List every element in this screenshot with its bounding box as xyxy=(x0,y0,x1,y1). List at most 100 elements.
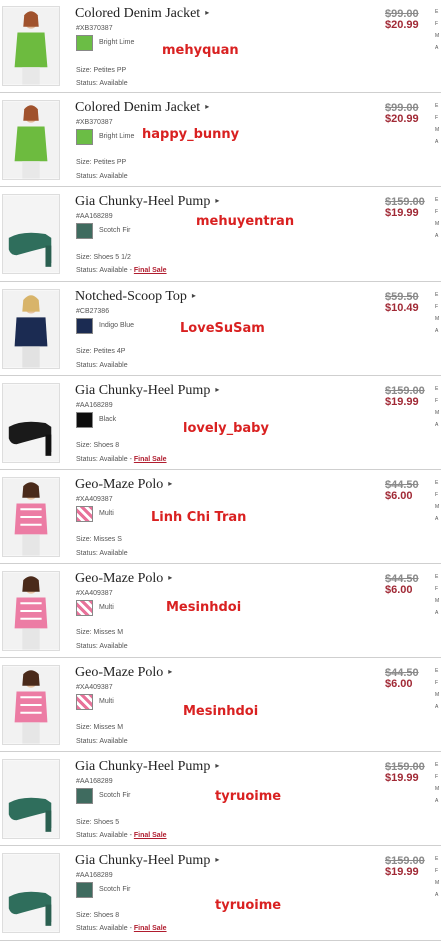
product-name[interactable]: Gia Chunky-Heel Pump xyxy=(75,194,210,209)
cart-item-row: Notched-Scoop Top ▸ #CB27386 Indigo Blue … xyxy=(0,283,441,376)
product-image[interactable] xyxy=(2,477,60,557)
product-name[interactable]: Geo-Maze Polo xyxy=(75,571,163,586)
product-image[interactable] xyxy=(2,665,60,745)
caret-right-icon: ▸ xyxy=(215,761,220,770)
status-info: Status: Available xyxy=(76,362,128,369)
product-sku: #XA409387 xyxy=(76,684,113,691)
status-text: Status: Available - xyxy=(76,456,134,463)
product-name[interactable]: Colored Denim Jacket xyxy=(75,6,200,21)
status-text: Status: Available - xyxy=(76,925,134,932)
status-text: Status: Available xyxy=(76,80,128,87)
status-info: Status: Available xyxy=(76,173,128,180)
edge-cutoff: EFMA xyxy=(435,197,440,239)
cart-item-row: Colored Denim Jacket ▸ #XB370387 Bright L… xyxy=(0,0,441,93)
overlay-username: tyruoime xyxy=(215,789,282,804)
product-image[interactable] xyxy=(2,6,60,86)
product-name[interactable]: Gia Chunky-Heel Pump xyxy=(75,853,210,868)
color-name: Scotch Fir xyxy=(99,886,131,893)
color-swatch xyxy=(76,882,93,898)
status-info: Status: Available xyxy=(76,643,128,650)
product-image[interactable] xyxy=(2,100,60,180)
product-sku: #AA168289 xyxy=(76,872,113,879)
product-name-link[interactable]: Geo-Maze Polo ▸ xyxy=(75,571,172,587)
product-name[interactable]: Geo-Maze Polo xyxy=(75,665,163,680)
product-name-link[interactable]: Colored Denim Jacket ▸ xyxy=(75,6,209,22)
final-sale-link[interactable]: Final Sale xyxy=(134,832,167,839)
product-sku: #XB370387 xyxy=(76,25,113,32)
product-image[interactable] xyxy=(2,571,60,651)
caret-right-icon: ▸ xyxy=(168,573,173,582)
caret-right-icon: ▸ xyxy=(191,291,196,300)
status-info: Status: Available - Final Sale xyxy=(76,925,167,932)
sale-price: $19.99 xyxy=(385,866,419,878)
overlay-username: LoveSuSam xyxy=(180,321,265,336)
overlay-username: happy_bunny xyxy=(142,127,240,142)
sale-price: $6.00 xyxy=(385,584,413,596)
overlay-username: Mesinhdoi xyxy=(183,704,259,719)
final-sale-link[interactable]: Final Sale xyxy=(134,267,167,274)
product-name[interactable]: Gia Chunky-Heel Pump xyxy=(75,383,210,398)
product-sku: #XA409387 xyxy=(76,590,113,597)
final-sale-link[interactable]: Final Sale xyxy=(134,456,167,463)
sale-price: $20.99 xyxy=(385,19,419,31)
cart-item-row: Gia Chunky-Heel Pump ▸ #AA168289 Scotch F… xyxy=(0,188,441,282)
product-name[interactable]: Notched-Scoop Top xyxy=(75,289,187,304)
caret-right-icon: ▸ xyxy=(215,196,220,205)
product-name[interactable]: Colored Denim Jacket xyxy=(75,100,200,115)
overlay-username: Mesinhdoi xyxy=(166,600,242,615)
edge-cutoff: EFMA xyxy=(435,103,440,145)
color-name: Multi xyxy=(99,604,114,611)
color-swatch xyxy=(76,412,93,428)
product-image[interactable] xyxy=(2,759,60,839)
cart-item-row: Geo-Maze Polo ▸ #XA409387 Multi Size: Mis… xyxy=(0,471,441,564)
product-name-link[interactable]: Colored Denim Jacket ▸ xyxy=(75,100,209,116)
product-image[interactable] xyxy=(2,289,60,369)
product-name-link[interactable]: Gia Chunky-Heel Pump ▸ xyxy=(75,383,219,399)
product-sku: #AA168289 xyxy=(76,213,113,220)
edge-cutoff: EFMA xyxy=(435,762,440,804)
product-sku: #AA168289 xyxy=(76,778,113,785)
cart-item-row: Gia Chunky-Heel Pump ▸ #AA168289 Scotch F… xyxy=(0,753,441,846)
overlay-username: Linh Chi Tran xyxy=(151,510,247,525)
product-name-link[interactable]: Gia Chunky-Heel Pump ▸ xyxy=(75,194,219,210)
status-text: Status: Available - xyxy=(76,832,134,839)
status-info: Status: Available - Final Sale xyxy=(76,456,167,463)
overlay-username: mehyquan xyxy=(162,43,239,58)
status-text: Status: Available xyxy=(76,550,128,557)
size-info: Size: Misses M xyxy=(76,724,124,731)
product-image[interactable] xyxy=(2,194,60,274)
size-info: Size: Petites PP xyxy=(76,159,127,166)
edge-cutoff: EFMA xyxy=(435,668,440,710)
product-name-link[interactable]: Gia Chunky-Heel Pump ▸ xyxy=(75,853,219,869)
sale-price: $6.00 xyxy=(385,490,413,502)
color-swatch xyxy=(76,600,93,616)
status-info: Status: Available - Final Sale xyxy=(76,832,167,839)
color-swatch xyxy=(76,318,93,334)
final-sale-link[interactable]: Final Sale xyxy=(134,925,167,932)
product-name-link[interactable]: Geo-Maze Polo ▸ xyxy=(75,665,172,681)
status-info: Status: Available xyxy=(76,550,128,557)
status-text: Status: Available xyxy=(76,362,128,369)
color-name: Scotch Fir xyxy=(99,227,131,234)
color-name: Indigo Blue xyxy=(99,322,135,329)
status-info: Status: Available xyxy=(76,80,128,87)
caret-right-icon: ▸ xyxy=(168,479,173,488)
product-sku: #AA168289 xyxy=(76,402,113,409)
status-info: Status: Available - Final Sale xyxy=(76,267,167,274)
caret-right-icon: ▸ xyxy=(215,855,220,864)
product-name-link[interactable]: Gia Chunky-Heel Pump ▸ xyxy=(75,759,219,775)
overlay-username: lovely_baby xyxy=(183,421,269,436)
color-name: Bright Lime xyxy=(99,39,135,46)
edge-cutoff: EFMA xyxy=(435,9,440,51)
product-name-link[interactable]: Notched-Scoop Top ▸ xyxy=(75,289,196,305)
cart-item-row: Gia Chunky-Heel Pump ▸ #AA168289 Scotch F… xyxy=(0,847,441,941)
product-name-link[interactable]: Geo-Maze Polo ▸ xyxy=(75,477,172,493)
product-name[interactable]: Geo-Maze Polo xyxy=(75,477,163,492)
product-name[interactable]: Gia Chunky-Heel Pump xyxy=(75,759,210,774)
sale-price: $19.99 xyxy=(385,772,419,784)
product-image[interactable] xyxy=(2,383,60,463)
caret-right-icon: ▸ xyxy=(215,385,220,394)
product-image[interactable] xyxy=(2,853,60,933)
sale-price: $10.49 xyxy=(385,302,419,314)
size-info: Size: Shoes 5 xyxy=(76,819,120,826)
